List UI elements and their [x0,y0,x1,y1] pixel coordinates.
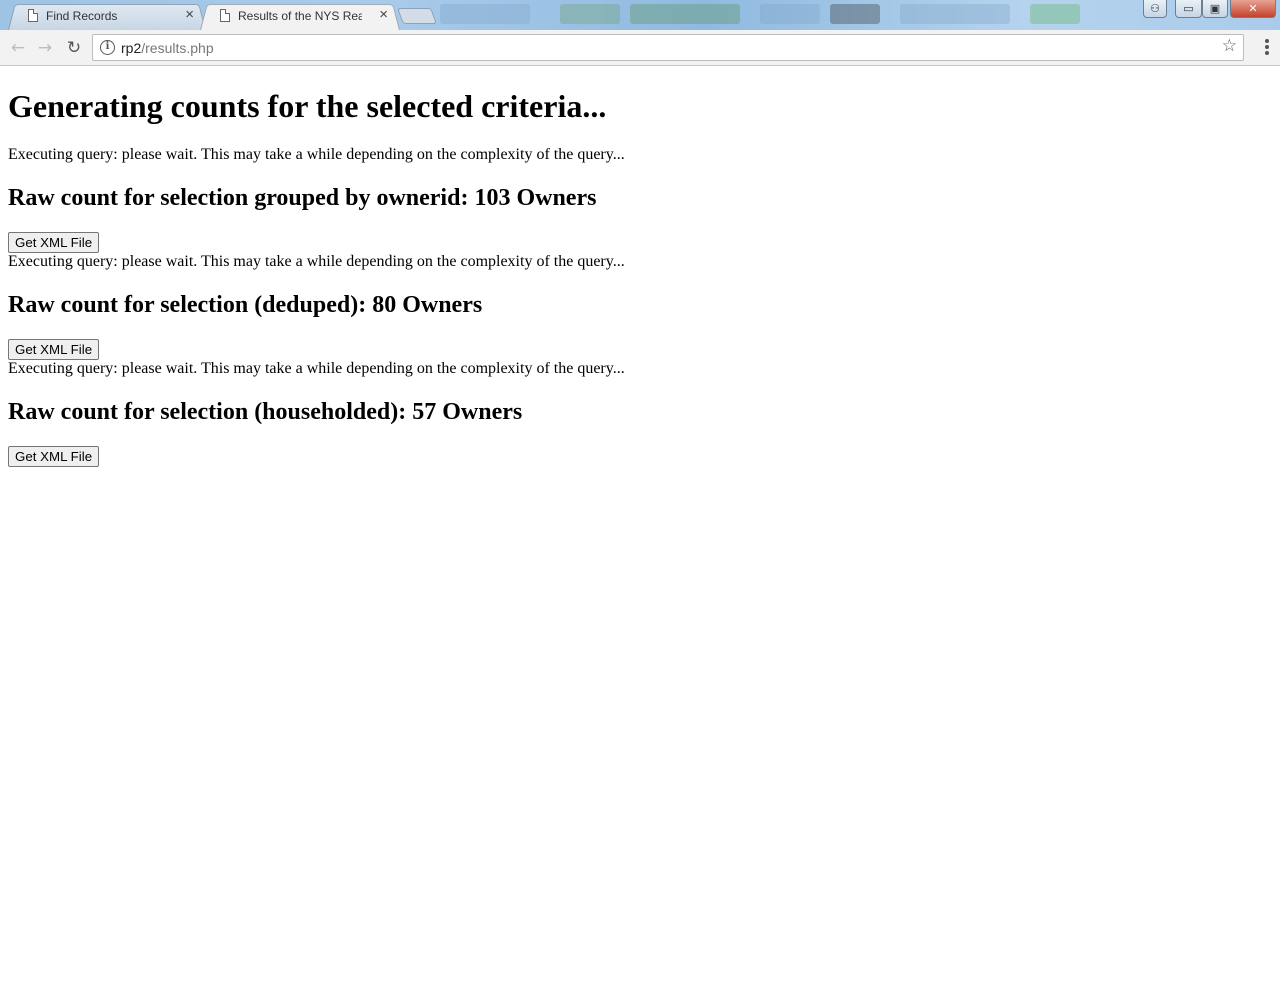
query-status-text: Executing query: please wait. This may t… [8,146,625,163]
url-text[interactable]: rp2/results.php [121,40,214,56]
forward-arrow-icon[interactable]: → [33,36,57,60]
new-tab-button[interactable] [397,8,437,24]
get-xml-file-button[interactable]: Get XML File [8,232,100,253]
background-decoration [560,4,620,24]
background-decoration [1030,4,1080,24]
background-decoration [900,4,1010,24]
page-content: Generating counts for the selected crite… [0,67,1280,984]
maximize-icon[interactable]: ▣ [1202,0,1228,18]
browser-titlebar: Find Records × Results of the NYS Real F… [0,0,1280,30]
page-icon [220,9,230,22]
result-count-deduped: Raw count for selection (deduped): 80 Ow… [8,292,483,318]
query-status-text: Executing query: please wait. This may t… [8,253,625,270]
background-decoration [830,4,880,24]
tab-find-records[interactable]: Find Records × [8,2,206,30]
address-bar[interactable]: i rp2/results.php ☆ [92,34,1244,61]
tab-title: Find Records [46,9,118,23]
result-count-ownerid: Raw count for selection grouped by owner… [8,185,597,211]
background-decoration [760,4,820,24]
info-icon[interactable]: i [100,40,115,55]
window-close-icon[interactable]: ✕ [1230,0,1276,18]
result-count-householded: Raw count for selection (householded): 5… [8,399,523,425]
back-arrow-icon[interactable]: ← [6,36,30,60]
background-decoration [440,4,530,24]
get-xml-file-button[interactable]: Get XML File [8,446,100,467]
url-host: rp2 [121,40,142,56]
kebab-menu-icon[interactable] [1264,37,1270,57]
background-decoration [630,4,740,24]
query-status-text: Executing query: please wait. This may t… [8,360,625,377]
close-tab-icon[interactable]: × [185,7,194,23]
url-path: /results.php [141,40,214,56]
tab-results[interactable]: Results of the NYS Real F × [200,2,400,30]
bookmark-star-icon[interactable]: ☆ [1222,36,1237,56]
browser-toolbar: ← → ↻ i rp2/results.php ☆ [0,30,1280,66]
reload-icon[interactable]: ↻ [62,36,86,60]
page-icon [28,9,38,22]
close-tab-icon[interactable]: × [379,7,388,23]
tab-title: Results of the NYS Real F [238,9,362,23]
get-xml-file-button[interactable]: Get XML File [8,339,100,360]
minimize-icon[interactable]: ▭ [1175,0,1202,18]
page-title: Generating counts for the selected crite… [8,88,607,124]
profile-icon[interactable]: ⚇ [1143,0,1167,18]
